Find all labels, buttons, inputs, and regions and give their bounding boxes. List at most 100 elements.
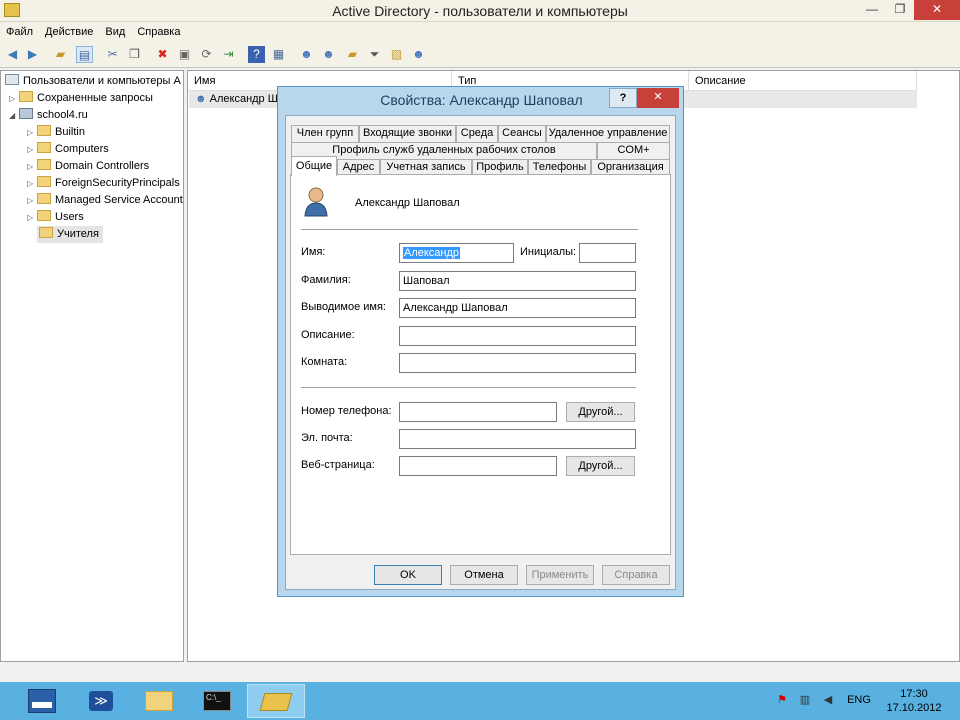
cancel-button[interactable]: Отмена	[450, 565, 518, 585]
close-button[interactable]: ✕	[914, 0, 960, 20]
cut-icon[interactable]: ✂	[104, 46, 121, 63]
tree-domain[interactable]: ◢ school4.ru	[9, 107, 88, 124]
menu-action[interactable]: Действие	[39, 22, 99, 42]
initials-field[interactable]	[579, 243, 636, 263]
menu-file[interactable]: Файл	[0, 22, 39, 42]
tree-msa-label: Managed Service Accounts	[55, 194, 183, 206]
group-icon[interactable]: ☻	[320, 46, 337, 63]
expand-icon[interactable]: ▷	[27, 192, 37, 209]
window-title-bar[interactable]: Active Directory - пользователи и компью…	[0, 0, 960, 22]
ad-users-computers-icon[interactable]	[247, 684, 305, 718]
separator	[301, 229, 638, 230]
tab-general[interactable]: Общие	[291, 156, 337, 176]
expand-icon[interactable]: ▷	[9, 90, 19, 107]
refresh-icon[interactable]: ⟳	[198, 46, 215, 63]
back-icon[interactable]: ◀	[4, 46, 21, 63]
filter-icon[interactable]: ⏷	[366, 46, 383, 63]
web-page-field[interactable]	[399, 456, 557, 476]
window-title: Active Directory - пользователи и компью…	[332, 3, 628, 19]
expand-icon[interactable]: ▷	[27, 175, 37, 192]
expand-icon[interactable]: ▷	[27, 141, 37, 158]
tree-teachers-label: Учителя	[57, 228, 99, 240]
forward-icon[interactable]: ▶	[24, 46, 41, 63]
first-name-field[interactable]: Александр	[399, 243, 514, 263]
rename-icon[interactable]: ▣	[176, 46, 193, 63]
email-field[interactable]	[399, 429, 636, 449]
tree-builtin-label: Builtin	[55, 126, 85, 138]
phone-other-button[interactable]: Другой...	[566, 402, 635, 422]
powershell-icon[interactable]: ≫	[72, 684, 130, 718]
menu-bar: Файл Действие Вид Справка	[0, 22, 960, 42]
server-manager-icon[interactable]	[14, 684, 72, 718]
properties-icon[interactable]: ▤	[76, 46, 93, 63]
up-folder-icon[interactable]: ▰	[52, 46, 69, 63]
tree-saved-queries[interactable]: ▷ Сохраненные запросы	[9, 90, 153, 107]
network-icon[interactable]: ▥	[797, 690, 813, 710]
add-to-group-icon[interactable]: ☻	[410, 46, 427, 63]
dialog-close-button[interactable]: ✕	[637, 88, 679, 108]
menu-help[interactable]: Справка	[131, 22, 186, 42]
tree-domain-controllers-label: Domain Controllers	[55, 160, 150, 172]
expand-icon[interactable]: ▷	[27, 124, 37, 141]
expand-icon[interactable]: ▷	[27, 158, 37, 175]
find-icon[interactable]: ▧	[388, 46, 405, 63]
explorer-icon[interactable]	[130, 684, 188, 718]
menu-view[interactable]: Вид	[99, 22, 131, 42]
help-icon[interactable]: ?	[248, 46, 265, 63]
tab-dial-in[interactable]: Входящие звонки	[359, 125, 456, 142]
volume-muted-icon[interactable]: ◀	[820, 690, 836, 710]
ou-icon[interactable]: ▰	[344, 46, 361, 63]
office-label: Комната:	[301, 356, 348, 368]
first-name-label: Имя:	[301, 246, 326, 258]
folder-icon	[37, 193, 51, 204]
tab-sessions[interactable]: Сеансы	[498, 125, 546, 142]
tree-computers[interactable]: ▷ Computers	[27, 141, 183, 158]
help-button[interactable]: Справка	[602, 565, 670, 585]
clock[interactable]: 17:30 17.10.2012	[884, 687, 944, 715]
tab-remote-control[interactable]: Удаленное управление	[546, 125, 670, 142]
tree-users[interactable]: ▷ Users	[27, 209, 183, 226]
maximize-button[interactable]: ❐	[886, 0, 914, 20]
minimize-button[interactable]: —	[858, 0, 886, 20]
description-field[interactable]	[399, 326, 636, 346]
language-indicator[interactable]: ENG	[842, 690, 876, 710]
dialog-help-button[interactable]: ?	[609, 88, 637, 108]
ok-button[interactable]: OK	[374, 565, 442, 585]
expand-icon[interactable]: ▷	[27, 209, 37, 226]
cmd-icon[interactable]: C:\_	[188, 684, 246, 718]
tree-root-label: Пользователи и компьютеры Active Directo…	[23, 75, 181, 87]
export-icon[interactable]: ⇥	[220, 46, 237, 63]
console-icon[interactable]: ▦	[270, 46, 287, 63]
email-label: Эл. почта:	[301, 432, 353, 444]
tree-teachers[interactable]: Учителя	[37, 226, 103, 243]
column-header-description[interactable]: Описание	[689, 71, 917, 91]
display-name-label: Выводимое имя:	[301, 301, 386, 313]
copy-icon[interactable]: ❐	[126, 46, 143, 63]
last-name-field[interactable]: Шаповал	[399, 271, 636, 291]
console-tree: Пользователи и компьютеры Active Directo…	[0, 70, 184, 720]
tab-environment[interactable]: Среда	[456, 125, 498, 142]
clock-time: 17:30	[900, 688, 928, 700]
delete-icon[interactable]: ✖	[154, 46, 171, 63]
tree-domain-controllers[interactable]: ▷ Domain Controllers	[27, 158, 183, 175]
properties-dialog: Свойства: Александр Шаповал ? ✕ Член гру…	[277, 86, 684, 597]
user-icon[interactable]: ☻	[298, 46, 315, 63]
display-name-field[interactable]: Александр Шаповал	[399, 298, 636, 318]
toolbar: ◀ ▶ ▰ ▤ ✂ ❐ ✖ ▣ ⟳ ⇥ ? ▦ ☻ ☻ ▰ ⏷ ▧ ☻	[0, 42, 960, 68]
tab-com-plus[interactable]: COM+	[597, 142, 670, 159]
web-other-button[interactable]: Другой...	[566, 456, 635, 476]
tree-builtin[interactable]: ▷ Builtin	[27, 124, 183, 141]
folder-icon	[37, 125, 51, 136]
apply-button[interactable]: Применить	[526, 565, 594, 585]
clock-date: 17.10.2012	[886, 702, 942, 714]
description-label: Описание:	[301, 329, 355, 341]
tab-member-of[interactable]: Член групп	[291, 125, 359, 142]
action-center-icon[interactable]: ⚑	[774, 690, 790, 710]
tree-foreign-security-principals[interactable]: ▷ ForeignSecurityPrincipals	[27, 175, 183, 192]
tree-root[interactable]: Пользователи и компьютеры Active Directo…	[5, 73, 181, 90]
collapse-icon[interactable]: ◢	[9, 107, 19, 124]
phone-field[interactable]	[399, 402, 557, 422]
last-name-label: Фамилия:	[301, 274, 351, 286]
office-field[interactable]	[399, 353, 636, 373]
tree-managed-service-accounts[interactable]: ▷ Managed Service Accounts	[27, 192, 183, 209]
